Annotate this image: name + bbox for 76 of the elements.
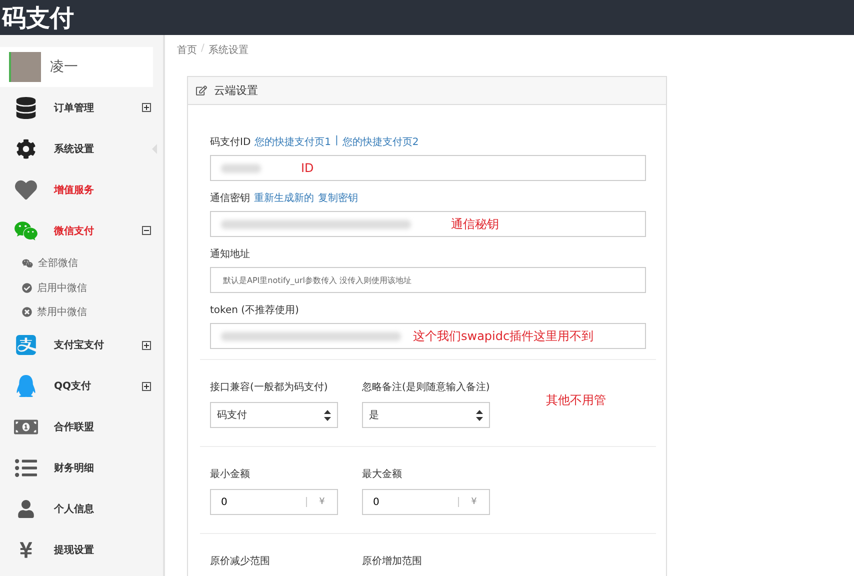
sidebar-item[interactable]: 订单管理 (0, 87, 163, 128)
field-link[interactable]: 重新生成新的 (254, 191, 314, 205)
sidebar-label: 财务明细 (54, 462, 95, 475)
user-icon (17, 500, 35, 518)
sidebar-item[interactable]: 提现设置 (0, 530, 163, 570)
app-title: 码支付 (0, 2, 74, 34)
field-label: 忽略备注(是则随意输入备注) (362, 380, 490, 395)
sort-icon (476, 410, 483, 420)
panel-title: 云端设置 (214, 83, 258, 98)
sidebar-label: 订单管理 (54, 102, 95, 114)
sidebar-item[interactable]: 个人信息 (0, 488, 163, 530)
chat-bubbles-icon (14, 218, 38, 242)
sidebar-label: 提现设置 (54, 544, 95, 557)
sidebar-label: 微信支付 (54, 224, 95, 238)
unit-label: ¥ (458, 497, 489, 507)
sidebar-label: 系统设置 (54, 142, 95, 156)
breadcrumb-separator: / (201, 43, 204, 56)
sidebar-item[interactable]: QQ支付 (0, 366, 163, 406)
sidebar-item[interactable]: 增值服务 (0, 169, 163, 210)
avatar-placeholder (9, 52, 41, 82)
sidebar-item[interactable]: 合作联盟 (0, 406, 163, 448)
edit-icon (196, 85, 207, 96)
field-label: 接口兼容(一般都为码支付) (210, 380, 329, 395)
sidebar-item[interactable]: 支付宝支付 (0, 324, 163, 366)
annotation-text: 这个我们swapidc插件这里用不到 (413, 328, 594, 344)
sidebar-item[interactable]: 财务明细 (0, 448, 163, 488)
breadcrumb-link[interactable]: 系统设置 (208, 43, 248, 57)
link-separator: | (335, 135, 338, 148)
unit-label: ¥ (306, 497, 337, 507)
penguin-icon (15, 375, 37, 397)
annotation-text: ID (301, 161, 314, 175)
list-icon (15, 457, 37, 479)
expand-icon[interactable] (142, 340, 151, 350)
chat-bubbles-icon (22, 258, 33, 269)
annotation-text: 其他不用管 (546, 392, 606, 409)
field-label: 最小金额 (210, 468, 251, 482)
select-field[interactable]: 是 (362, 402, 490, 428)
input-field[interactable]: 默认是API里notify_url参数传入 没传入则使用该地址 (210, 267, 646, 293)
sidebar-label: 合作联盟 (54, 420, 95, 434)
yen-icon (17, 541, 35, 559)
input-field[interactable]: 0 ¥ (210, 489, 338, 515)
field-label: 通信密钥 (210, 192, 250, 205)
user-name: 凌一 (50, 58, 78, 76)
field-label: 最大金额 (362, 468, 403, 482)
submenu-item[interactable]: 禁用中微信 (0, 300, 163, 324)
annotation-text: 通信秘钥 (451, 216, 499, 232)
submenu-item[interactable]: 全部微信 (0, 251, 163, 276)
expand-icon[interactable] (142, 103, 151, 112)
sidebar-label: 个人信息 (54, 502, 95, 516)
collapse-icon[interactable] (142, 226, 151, 235)
field-label: 原价减少范围 (210, 554, 271, 569)
field-label: 原价增加范围 (362, 554, 423, 569)
input-field[interactable]: 这个我们swapidc插件这里用不到 (210, 323, 646, 349)
sidebar-label: QQ支付 (54, 380, 92, 393)
field-link[interactable]: 您的快捷支付页2 (342, 135, 419, 149)
field-link[interactable]: 复制密钥 (318, 191, 358, 205)
alipay-icon (16, 335, 36, 355)
heart-icon (15, 178, 37, 200)
submenu-item[interactable]: 启用中微信 (0, 276, 163, 300)
input-field[interactable]: ID (210, 155, 646, 181)
sidebar-item[interactable]: 系统设置 (0, 128, 163, 169)
sort-icon (324, 410, 331, 420)
breadcrumb-link[interactable]: 首页 (177, 43, 197, 57)
database-icon (15, 96, 37, 118)
settings-icon (16, 138, 36, 158)
sidebar-label: 支付宝支付 (54, 338, 105, 352)
expand-icon[interactable] (142, 382, 151, 390)
field-label: 码支付ID (210, 136, 251, 149)
input-field[interactable]: 0 ¥ (362, 489, 490, 515)
sidebar-label: 增值服务 (54, 184, 95, 196)
field-label: token (不推荐使用) (210, 304, 299, 317)
field-label: 通知地址 (210, 248, 250, 261)
sidebar-item[interactable]: 微信支付 (0, 210, 163, 251)
field-link[interactable]: 您的快捷支付页1 (254, 135, 332, 149)
select-field[interactable]: 码支付 (210, 402, 338, 428)
input-field[interactable]: 通信秘钥 (210, 211, 646, 237)
